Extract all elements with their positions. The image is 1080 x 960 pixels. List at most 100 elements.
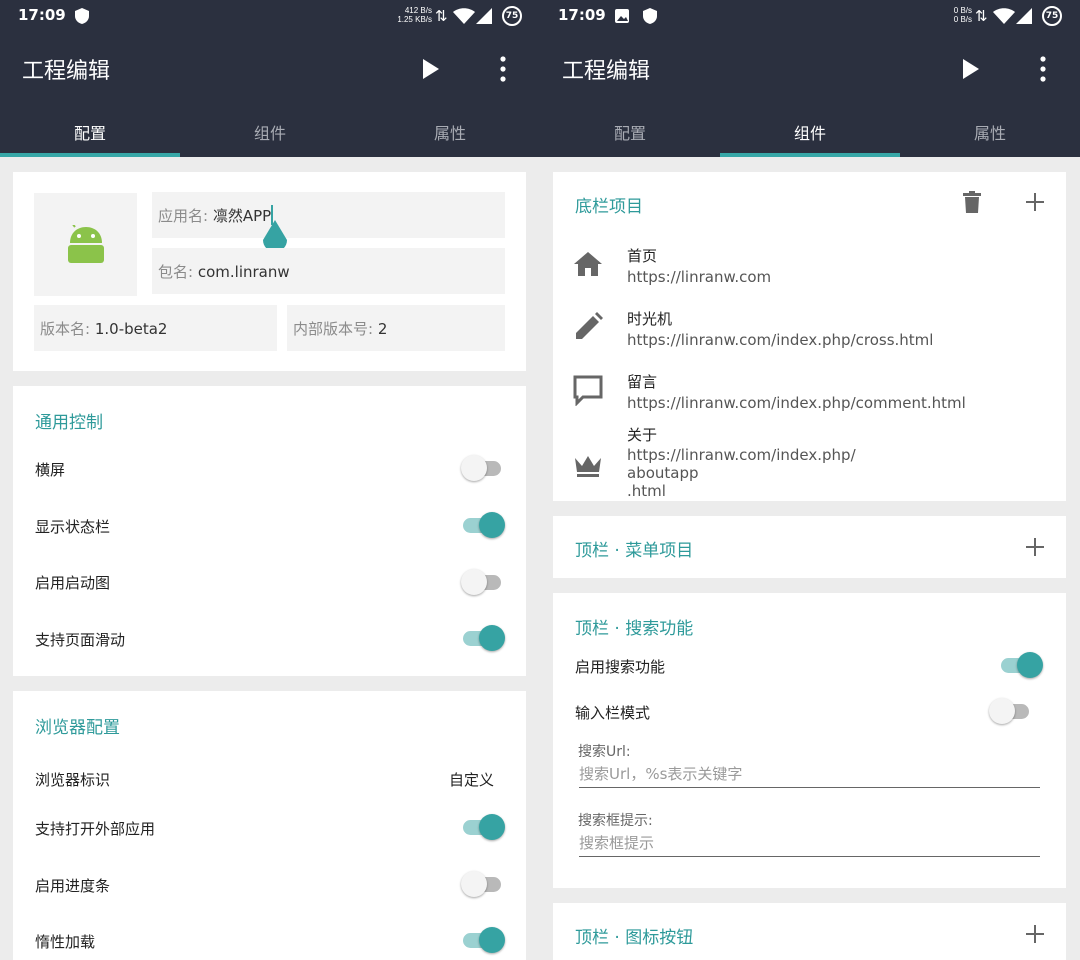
item-url: https://linranw.com/index.php/comment.ht… (627, 394, 966, 412)
play-icon[interactable] (420, 57, 442, 81)
play-icon[interactable] (960, 57, 982, 81)
item-title: 时光机 (627, 310, 673, 328)
item-title: 留言 (627, 373, 658, 391)
image-icon (615, 9, 629, 23)
net-down-text: 0 B/s (953, 15, 972, 24)
input-underline (579, 787, 1040, 788)
section-title: 顶栏 · 菜单项目 (575, 541, 694, 561)
data-arrows-icon: ⇅ (435, 7, 448, 25)
item-title: 首页 (627, 247, 658, 265)
show-statusbar-switch[interactable] (461, 510, 505, 540)
package-value: com.linranw (197, 263, 290, 281)
swipe-switch[interactable] (461, 623, 505, 653)
add-icon[interactable] (1025, 192, 1045, 212)
shield-icon (643, 8, 657, 24)
home-icon (574, 252, 602, 276)
row-label: 启用进度条 (35, 877, 111, 895)
page-title: 工程编辑 (562, 59, 651, 84)
status-time: 17:09 (558, 6, 606, 24)
tab-config[interactable]: 配置 (0, 105, 180, 157)
version-code-value: 2 (377, 320, 388, 338)
add-icon[interactable] (1025, 537, 1045, 557)
comment-icon (573, 375, 603, 406)
version-code-field[interactable]: 内部版本号: 2 (287, 305, 505, 351)
net-up-text: 412 B/s (404, 6, 432, 15)
version-code-label: 内部版本号: (293, 320, 374, 338)
external-app-switch[interactable] (461, 812, 505, 842)
bottom-bar-card: 底栏项目 首页 https://linranw.com 时光机 https://… (553, 172, 1066, 501)
tab-indicator (720, 153, 900, 157)
package-field[interactable]: 包名: com.linranw (152, 248, 505, 294)
row-label: 启用启动图 (35, 574, 111, 592)
version-name-field[interactable]: 版本名: 1.0-beta2 (34, 305, 277, 351)
lazy-load-switch[interactable] (461, 925, 505, 955)
progress-switch[interactable] (461, 869, 505, 899)
section-title: 顶栏 · 搜索功能 (575, 619, 694, 639)
tab-properties[interactable]: 属性 (360, 105, 540, 157)
more-vert-icon[interactable] (1032, 54, 1054, 84)
tab-bar: 配置 组件 属性 (540, 105, 1080, 157)
signal-icon (476, 8, 492, 24)
row-label: 输入栏模式 (575, 704, 651, 722)
enable-search-switch[interactable] (999, 650, 1043, 680)
item-url: https://linranw.com/index.php/ aboutapp … (627, 446, 856, 500)
version-name-value: 1.0-beta2 (94, 320, 168, 338)
crown-icon (575, 456, 601, 477)
search-card: 顶栏 · 搜索功能 启用搜索功能 输入栏模式 搜索Url: 搜索Url，%s表示… (553, 593, 1066, 888)
input-underline (579, 856, 1040, 857)
tab-properties[interactable]: 属性 (900, 105, 1080, 157)
tab-components[interactable]: 组件 (180, 105, 360, 157)
wifi-icon (453, 8, 475, 24)
app-bar: 17:09 412 B/s 1.25 KB/s ⇅ 75 工程编辑 配置 组件 … (0, 0, 540, 157)
status-bar: 17:09 412 B/s 1.25 KB/s ⇅ 75 (0, 0, 540, 32)
more-vert-icon[interactable] (492, 54, 514, 84)
section-title: 浏览器配置 (35, 718, 120, 738)
app-name-label: 应用名: (158, 207, 209, 225)
section-title: 顶栏 · 图标按钮 (575, 928, 694, 948)
section-title: 通用控制 (35, 413, 103, 433)
section-title: 底栏项目 (575, 197, 643, 217)
general-control-card: 通用控制 横屏 显示状态栏 启用启动图 支持页面滑动 (13, 386, 526, 676)
app-icon[interactable] (34, 193, 137, 296)
package-label: 包名: (158, 263, 194, 281)
status-bar: 17:09 0 B/s 0 B/s ⇅ 75 (540, 0, 1080, 32)
app-bar: 17:09 0 B/s 0 B/s ⇅ 75 工程编辑 配置 组件 属性 (540, 0, 1080, 157)
tab-config[interactable]: 配置 (540, 105, 720, 157)
landscape-switch[interactable] (461, 453, 505, 483)
icon-buttons-card: 顶栏 · 图标按钮 (553, 903, 1066, 960)
search-url-input[interactable]: 搜索Url，%s表示关键字 (579, 763, 742, 784)
row-label: 支持打开外部应用 (35, 820, 156, 838)
right-screen: 17:09 0 B/s 0 B/s ⇅ 75 工程编辑 配置 组件 属性 底栏项… (540, 0, 1080, 960)
item-title: 关于 (627, 426, 658, 444)
browser-config-card: 浏览器配置 浏览器标识 自定义 支持打开外部应用 启用进度条 惰性加载 (13, 691, 526, 960)
net-down-text: 1.25 KB/s (397, 15, 432, 24)
search-hint-label: 搜索框提示: (578, 813, 653, 829)
row-label: 启用搜索功能 (575, 658, 666, 676)
app-name-field[interactable]: 应用名: 凛然APP (152, 192, 505, 238)
left-screen: 17:09 412 B/s 1.25 KB/s ⇅ 75 工程编辑 配置 组件 … (0, 0, 540, 960)
row-label: 显示状态栏 (35, 518, 111, 536)
app-info-card: 应用名: 凛然APP 包名: com.linranw 版本名: 1.0-beta… (13, 172, 526, 371)
row-label: 浏览器标识 (35, 771, 111, 789)
network-speed: 412 B/s 1.25 KB/s (388, 6, 432, 24)
ua-value[interactable]: 自定义 (449, 769, 494, 790)
row-label: 支持页面滑动 (35, 631, 126, 649)
add-icon[interactable] (1025, 924, 1045, 944)
page-title: 工程编辑 (22, 59, 111, 84)
wifi-icon (993, 8, 1015, 24)
net-up-text: 0 B/s (953, 6, 972, 15)
android-icon (68, 225, 104, 263)
item-url: https://linranw.com (627, 268, 772, 286)
row-label: 惰性加载 (35, 933, 96, 951)
network-speed: 0 B/s 0 B/s (940, 6, 972, 24)
signal-icon (1016, 8, 1032, 24)
data-arrows-icon: ⇅ (975, 7, 988, 25)
search-hint-input[interactable]: 搜索框提示 (579, 832, 654, 853)
tab-components[interactable]: 组件 (720, 105, 900, 157)
item-url: https://linranw.com/index.php/cross.html (627, 331, 934, 349)
status-time: 17:09 (18, 6, 66, 24)
version-name-label: 版本名: (40, 320, 91, 338)
delete-icon[interactable] (963, 191, 981, 213)
splash-switch[interactable] (461, 567, 505, 597)
input-mode-switch[interactable] (989, 696, 1033, 726)
